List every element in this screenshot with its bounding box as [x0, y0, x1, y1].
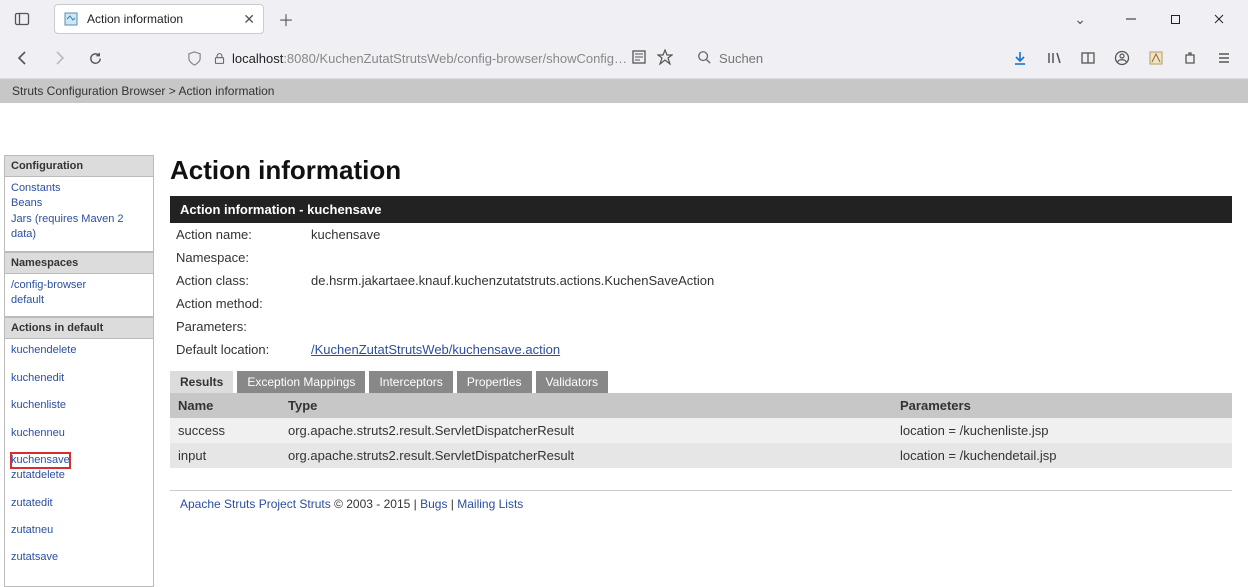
tabs-dropdown-icon[interactable]: ⌄	[1062, 11, 1098, 28]
browser-tab[interactable]: Action information ✕	[54, 4, 264, 34]
close-icon[interactable]	[1204, 4, 1234, 34]
shield-icon[interactable]	[182, 51, 206, 66]
sidebar: Configuration Constants Beans Jars (requ…	[4, 155, 154, 587]
label-action-name: Action name:	[176, 227, 311, 242]
tab-validators[interactable]: Validators	[536, 371, 608, 393]
forward-button[interactable]	[44, 43, 74, 73]
sidebar-action-kuchenliste[interactable]: kuchenliste	[11, 398, 147, 413]
sidebar-item-config-browser[interactable]: /config-browser	[11, 278, 147, 293]
footer-bugs-link[interactable]: Bugs	[420, 497, 447, 511]
lock-icon[interactable]	[210, 52, 228, 65]
col-params: Parameters	[892, 393, 1232, 418]
title-bar: Action information ✕ ＋ ⌄	[0, 0, 1248, 38]
sidebar-item-constants[interactable]: Constants	[11, 181, 147, 196]
value-action-class: de.hsrm.jakartaee.knauf.kuchenzutatstrut…	[311, 273, 714, 288]
url-text: localhost:8080/KuchenZutatStrutsWeb/conf…	[232, 51, 627, 66]
reader-mode-icon[interactable]	[631, 49, 647, 68]
bookmark-icon[interactable]	[657, 49, 673, 68]
tab-exception-mappings[interactable]: Exception Mappings	[237, 371, 365, 393]
table-row: successorg.apache.struts2.result.Servlet…	[170, 418, 1232, 443]
extension-icon-1[interactable]	[1146, 48, 1166, 68]
sidebar-action-kuchenneu[interactable]: kuchenneu	[11, 426, 147, 441]
sidebar-action-zutatsave[interactable]: zutatsave	[11, 550, 147, 565]
maximize-icon[interactable]	[1160, 4, 1190, 34]
footer: Apache Struts Project Struts © 2003 - 20…	[170, 490, 1232, 517]
sidebar-icon[interactable]	[1078, 48, 1098, 68]
sidebar-action-zutatdelete[interactable]: zutatdelete	[11, 468, 147, 483]
back-button[interactable]	[8, 43, 38, 73]
tab-title: Action information	[87, 12, 235, 26]
table-row: inputorg.apache.struts2.result.ServletDi…	[170, 443, 1232, 468]
footer-project-link[interactable]: Apache Struts Project Struts	[180, 497, 331, 511]
browser-chrome: Action information ✕ ＋ ⌄	[0, 0, 1248, 79]
minimize-icon[interactable]	[1116, 4, 1146, 34]
label-namespace: Namespace:	[176, 250, 311, 265]
page-title: Action information	[170, 155, 1232, 186]
tab-close-icon[interactable]: ✕	[243, 11, 255, 28]
tabs-bar: ResultsException MappingsInterceptorsPro…	[170, 371, 1232, 393]
value-default-location[interactable]: /KuchenZutatStrutsWeb/kuchensave.action	[311, 342, 560, 357]
footer-mailing-link[interactable]: Mailing Lists	[457, 497, 523, 511]
search-box[interactable]	[687, 43, 887, 73]
main: Action information Action information - …	[154, 155, 1248, 587]
breadcrumb-root[interactable]: Struts Configuration Browser	[12, 84, 165, 98]
sidebar-item-jars[interactable]: Jars (requires Maven 2 data)	[11, 212, 147, 243]
library-icon[interactable]	[1044, 48, 1064, 68]
browser-toolbar: localhost:8080/KuchenZutatStrutsWeb/conf…	[0, 38, 1248, 78]
action-info-header: Action information - kuchensave	[170, 196, 1232, 223]
tab-results[interactable]: Results	[170, 371, 233, 393]
breadcrumb: Struts Configuration Browser > Action in…	[0, 79, 1248, 103]
value-action-name: kuchensave	[311, 227, 380, 242]
label-default-location: Default location:	[176, 342, 311, 357]
toolbar-right-icons	[1004, 48, 1240, 68]
new-tab-button[interactable]: ＋	[272, 5, 300, 33]
search-input[interactable]	[719, 51, 859, 66]
label-parameters: Parameters:	[176, 319, 311, 334]
menu-icon[interactable]	[1214, 48, 1234, 68]
sidebar-action-kuchendelete[interactable]: kuchendelete	[11, 343, 147, 358]
sidebar-header-actions: Actions in default	[4, 317, 154, 339]
reload-button[interactable]	[80, 43, 110, 73]
sidebar-item-beans[interactable]: Beans	[11, 196, 147, 211]
action-info-table: Action name:kuchensave Namespace: Action…	[170, 223, 1232, 361]
search-icon	[697, 50, 711, 67]
col-name: Name	[170, 393, 280, 418]
tab-properties[interactable]: Properties	[457, 371, 532, 393]
sidebar-item-default[interactable]: default	[11, 293, 147, 308]
label-action-class: Action class:	[176, 273, 311, 288]
extensions-icon[interactable]	[1180, 48, 1200, 68]
tab-favicon-icon	[63, 11, 79, 27]
url-bar[interactable]: localhost:8080/KuchenZutatStrutsWeb/conf…	[178, 43, 681, 73]
sidebar-header-configuration: Configuration	[4, 155, 154, 177]
sidebar-action-kuchensave[interactable]: kuchensave	[11, 453, 70, 468]
label-action-method: Action method:	[176, 296, 311, 311]
sidebar-toggle-icon[interactable]	[4, 5, 40, 33]
account-icon[interactable]	[1112, 48, 1132, 68]
sidebar-action-zutatneu[interactable]: zutatneu	[11, 523, 147, 538]
sidebar-header-namespaces: Namespaces	[4, 252, 154, 274]
downloads-icon[interactable]	[1010, 48, 1030, 68]
breadcrumb-current: Action information	[178, 84, 274, 98]
sidebar-action-zutatedit[interactable]: zutatedit	[11, 496, 147, 511]
col-type: Type	[280, 393, 892, 418]
window-controls	[1106, 4, 1244, 34]
content: Configuration Constants Beans Jars (requ…	[0, 143, 1248, 587]
sidebar-action-kuchenedit[interactable]: kuchenedit	[11, 371, 147, 386]
tab-interceptors[interactable]: Interceptors	[369, 371, 452, 393]
results-table: Name Type Parameters successorg.apache.s…	[170, 393, 1232, 468]
